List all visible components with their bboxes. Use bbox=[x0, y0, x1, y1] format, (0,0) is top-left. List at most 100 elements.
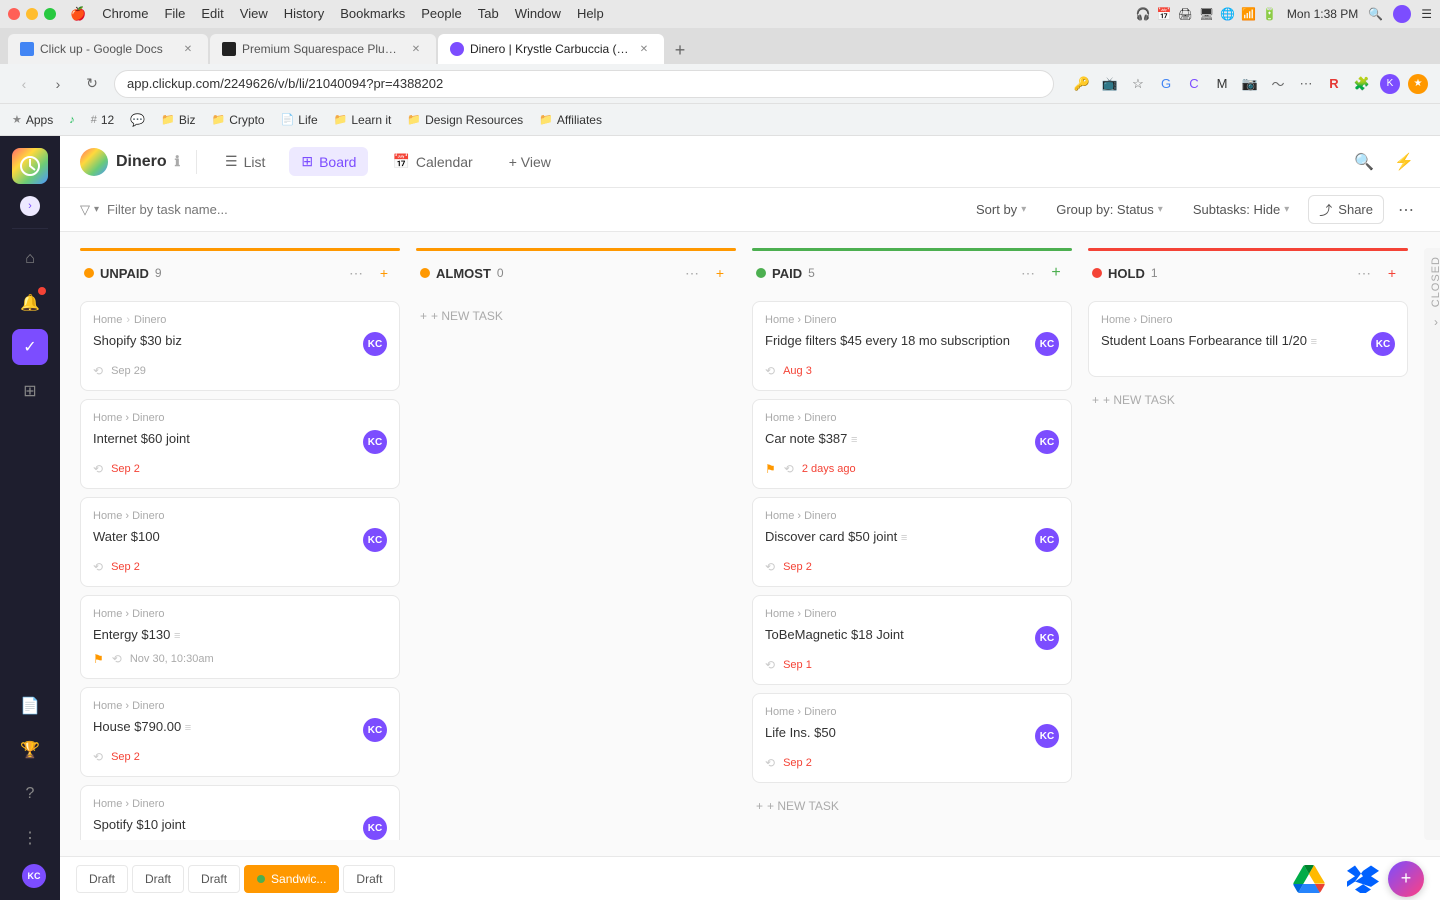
view-menu[interactable]: View bbox=[240, 6, 268, 22]
card-discover[interactable]: Home › Dinero Discover card $50 joint ≡ … bbox=[752, 497, 1072, 587]
card-shopify[interactable]: Home › Dinero Shopify $30 biz KC ⟲ Sep 2… bbox=[80, 301, 400, 391]
bookmark-crypto[interactable]: 📁 Crypto bbox=[212, 113, 265, 127]
file-menu[interactable]: File bbox=[164, 6, 185, 22]
card-tobemagnetic[interactable]: Home › Dinero ToBeMagnetic $18 Joint KC … bbox=[752, 595, 1072, 685]
unpaid-more-button[interactable]: ⋯ bbox=[344, 261, 368, 285]
sidebar-item-help[interactable]: ? bbox=[12, 776, 48, 812]
sidebar-item-goals[interactable]: 🏆 bbox=[12, 732, 48, 768]
paid-add-button[interactable]: + bbox=[1044, 261, 1068, 285]
search-icon[interactable]: 🔍 bbox=[1368, 7, 1383, 21]
bookmark-affiliates[interactable]: 📁 Affiliates bbox=[539, 113, 602, 127]
hold-more-button[interactable]: ⋯ bbox=[1352, 261, 1376, 285]
tab-close-docs[interactable]: ✕ bbox=[180, 41, 196, 57]
apple-menu[interactable]: 🍎 bbox=[70, 6, 86, 22]
bookmark-apps[interactable]: ★ Apps bbox=[12, 113, 53, 127]
google-drive-fab[interactable] bbox=[1288, 858, 1330, 900]
more-options-button[interactable]: ⋯ bbox=[1392, 196, 1420, 224]
new-tab-button[interactable]: + bbox=[666, 36, 694, 64]
wave-icon[interactable]: 〜 bbox=[1268, 74, 1288, 94]
sidebar-item-more[interactable]: ⋮ bbox=[12, 820, 48, 856]
card-house[interactable]: Home › Dinero House $790.00 ≡ KC ⟲ Sep 2 bbox=[80, 687, 400, 777]
sidebar-item-inbox[interactable]: 🔔 bbox=[12, 285, 48, 321]
sidebar-item-docs[interactable]: 📄 bbox=[12, 688, 48, 724]
bookmark-biz[interactable]: 📁 Biz bbox=[161, 113, 195, 127]
camera-icon[interactable]: 📷 bbox=[1240, 74, 1260, 94]
bookmark-learnit[interactable]: 📁 Learn it bbox=[334, 113, 392, 127]
group-by-button[interactable]: Group by: Status ▾ bbox=[1045, 197, 1174, 222]
tab-close-dinero[interactable]: ✕ bbox=[636, 41, 652, 57]
user-icon[interactable] bbox=[1393, 5, 1411, 23]
bottom-tab-sandwich[interactable]: Sandwic... bbox=[244, 865, 339, 893]
dropbox-fab[interactable] bbox=[1342, 858, 1384, 900]
tab-close-sq[interactable]: ✕ bbox=[408, 41, 424, 57]
puzzle-icon[interactable]: 🧩 bbox=[1352, 74, 1372, 94]
card-lifeins[interactable]: Home › Dinero Life Ins. $50 KC ⟲ Sep 2 bbox=[752, 693, 1072, 783]
extension-m[interactable]: M bbox=[1212, 74, 1232, 94]
tab-sq[interactable]: Premium Squarespace Plugins ✕ bbox=[210, 34, 436, 64]
card-water[interactable]: Home › Dinero Water $100 KC ⟲ Sep 2 bbox=[80, 497, 400, 587]
url-bar[interactable]: app.clickup.com/2249626/v/b/li/21040094?… bbox=[114, 70, 1054, 98]
bookmark-12[interactable]: # 12 bbox=[91, 113, 114, 127]
sidebar-item-tasks[interactable]: ✓ bbox=[12, 329, 48, 365]
subtasks-button[interactable]: Subtasks: Hide ▾ bbox=[1182, 197, 1300, 222]
chrome-menu[interactable]: Chrome bbox=[102, 6, 148, 22]
sidebar-item-dashboards[interactable]: ⊞ bbox=[12, 373, 48, 409]
bookmark-msg[interactable]: 💬 bbox=[130, 113, 145, 127]
almost-more-button[interactable]: ⋯ bbox=[680, 261, 704, 285]
people-menu[interactable]: People bbox=[421, 6, 461, 22]
cast-icon[interactable]: 📺 bbox=[1100, 74, 1120, 94]
refresh-button[interactable]: ↻ bbox=[80, 72, 104, 96]
app-logo[interactable] bbox=[12, 148, 48, 184]
paid-more-button[interactable]: ⋯ bbox=[1016, 261, 1040, 285]
paid-new-task-button[interactable]: + + NEW TASK bbox=[752, 791, 1072, 821]
card-studentloans[interactable]: Home › Dinero Student Loans Forbearance … bbox=[1088, 301, 1408, 377]
r-extension[interactable]: R bbox=[1324, 74, 1344, 94]
history-menu[interactable]: History bbox=[284, 6, 324, 22]
profile-icon[interactable]: ★ bbox=[1408, 74, 1428, 94]
user-avatar[interactable]: K bbox=[1380, 74, 1400, 94]
view-tab-board[interactable]: ⊞ Board bbox=[289, 147, 368, 176]
edit-menu[interactable]: Edit bbox=[201, 6, 223, 22]
bottom-tab-5[interactable]: Draft bbox=[343, 865, 395, 893]
view-tab-list[interactable]: ☰ List bbox=[213, 147, 277, 176]
bottom-tab-1[interactable]: Draft bbox=[76, 865, 128, 893]
extension-g[interactable]: G bbox=[1156, 74, 1176, 94]
card-spotify[interactable]: Home › Dinero Spotify $10 joint KC ⟲ Sep… bbox=[80, 785, 400, 840]
sort-by-button[interactable]: Sort by ▾ bbox=[965, 197, 1037, 222]
card-internet[interactable]: Home › Dinero Internet $60 joint KC ⟲ Se… bbox=[80, 399, 400, 489]
share-button[interactable]: ⤴ Share bbox=[1308, 195, 1384, 224]
hold-new-task-button[interactable]: + + NEW TASK bbox=[1088, 385, 1408, 415]
close-button[interactable] bbox=[8, 8, 20, 20]
bottom-tab-3[interactable]: Draft bbox=[188, 865, 240, 893]
back-button[interactable]: ‹ bbox=[12, 72, 36, 96]
lightning-button[interactable]: ⚡ bbox=[1388, 146, 1420, 178]
project-info-icon[interactable]: ℹ bbox=[175, 153, 180, 170]
view-tab-add[interactable]: + View bbox=[497, 148, 563, 176]
star-icon[interactable]: ☆ bbox=[1128, 74, 1148, 94]
tab-dinero[interactable]: Dinero | Krystle Carbuccia (Bo... ✕ bbox=[438, 34, 664, 64]
bookmark-spotify[interactable]: ♪ bbox=[69, 114, 75, 126]
add-task-fab[interactable]: + bbox=[1388, 861, 1424, 897]
key-icon[interactable]: 🔑 bbox=[1072, 74, 1092, 94]
hamburger-icon[interactable]: ☰ bbox=[1421, 7, 1432, 21]
almost-new-task-button[interactable]: + + NEW TASK bbox=[416, 301, 736, 331]
help-menu[interactable]: Help bbox=[577, 6, 604, 22]
tab-docs[interactable]: Click up - Google Docs ✕ bbox=[8, 34, 208, 64]
more-extensions[interactable]: ⋯ bbox=[1296, 74, 1316, 94]
forward-button[interactable]: › bbox=[46, 72, 70, 96]
bookmark-life[interactable]: 📄 Life bbox=[281, 113, 318, 127]
window-menu[interactable]: Window bbox=[515, 6, 561, 22]
closed-expand-icon[interactable]: › bbox=[1434, 315, 1438, 329]
hold-add-button[interactable]: + bbox=[1380, 261, 1404, 285]
bookmarks-menu[interactable]: Bookmarks bbox=[340, 6, 405, 22]
sidebar-user-avatar[interactable]: KC bbox=[22, 864, 46, 888]
minimize-button[interactable] bbox=[26, 8, 38, 20]
view-tab-calendar[interactable]: 📅 Calendar bbox=[380, 147, 484, 176]
search-button[interactable]: 🔍 bbox=[1348, 146, 1380, 178]
workspace-chevron-icon[interactable]: › bbox=[20, 196, 40, 216]
sidebar-item-home[interactable]: ⌂ bbox=[12, 241, 48, 277]
extension-c[interactable]: C bbox=[1184, 74, 1204, 94]
filter-task-input[interactable] bbox=[107, 202, 957, 217]
card-carnote[interactable]: Home › Dinero Car note $387 ≡ KC ⚑ ⟲ 2 d… bbox=[752, 399, 1072, 489]
card-fridge[interactable]: Home › Dinero Fridge filters $45 every 1… bbox=[752, 301, 1072, 391]
